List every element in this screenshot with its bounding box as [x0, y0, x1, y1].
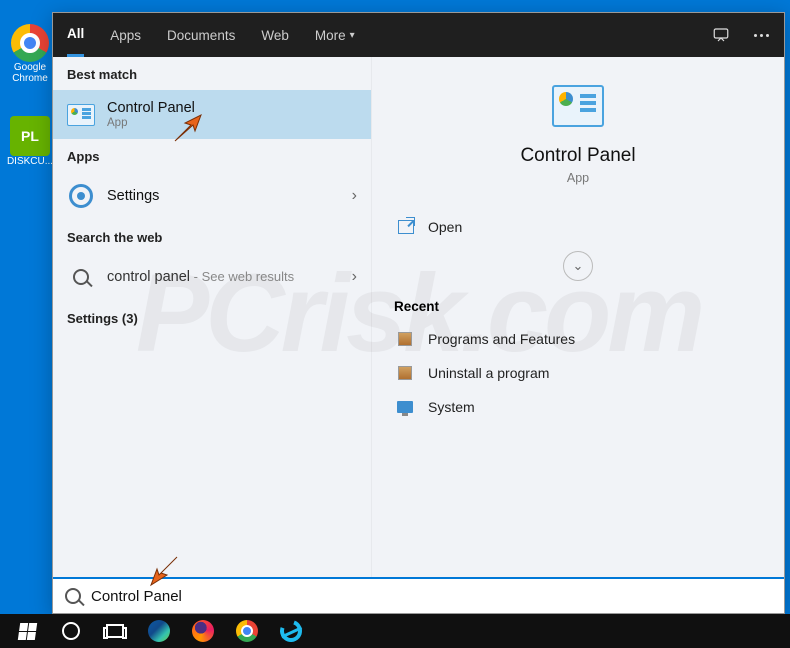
taskbar-ie[interactable] [270, 614, 312, 648]
firefox-icon [192, 620, 214, 642]
tab-more[interactable]: More▾ [315, 13, 355, 57]
tab-all[interactable]: All [67, 13, 84, 57]
chrome-icon [236, 620, 258, 642]
desktop-icon-label: DISKCU... [7, 156, 53, 167]
preview-hero: Control Panel App [394, 85, 762, 185]
open-button[interactable]: Open [394, 207, 762, 247]
group-apps: Apps [53, 139, 371, 172]
desktop-icon-label: Google Chrome [8, 62, 52, 84]
search-input[interactable] [91, 588, 772, 605]
diskcure-icon: PL [10, 116, 50, 156]
tab-apps[interactable]: Apps [110, 13, 141, 57]
monitor-icon [396, 398, 414, 416]
group-best-match: Best match [53, 57, 371, 90]
taskbar [0, 614, 790, 648]
result-subtitle: App [107, 117, 357, 129]
desktop-icons: Google Chrome PL DISKCU... [8, 24, 52, 167]
search-bar [53, 577, 784, 613]
group-web: Search the web [53, 220, 371, 253]
web-suffix: - See web results [190, 269, 294, 284]
feedback-icon[interactable] [712, 26, 730, 44]
control-panel-icon [67, 101, 95, 129]
cortana-button[interactable] [50, 614, 92, 648]
results-column: Best match Control Panel App Apps Settin… [53, 57, 371, 577]
recent-uninstall-program[interactable]: Uninstall a program [394, 356, 762, 390]
task-view-icon [106, 624, 124, 638]
chevron-right-icon: › [352, 187, 357, 205]
package-icon [396, 330, 414, 348]
open-label: Open [428, 219, 462, 235]
recent-label: Uninstall a program [428, 365, 549, 381]
tab-documents[interactable]: Documents [167, 13, 235, 57]
web-query: control panel [107, 269, 190, 285]
recent-label: Programs and Features [428, 331, 575, 347]
recent-system[interactable]: System [394, 390, 762, 424]
result-settings[interactable]: Settings › [53, 172, 371, 220]
preview-subtitle: App [394, 171, 762, 185]
recent-header: Recent [394, 299, 762, 314]
start-search-panel: PCrisk.com All Apps Documents Web More▾ … [52, 12, 785, 614]
taskbar-edge[interactable] [138, 614, 180, 648]
result-control-panel[interactable]: Control Panel App [53, 90, 371, 139]
edge-icon [148, 620, 170, 642]
chrome-icon [11, 24, 49, 62]
windows-icon [17, 623, 36, 640]
chevron-down-icon: ▾ [350, 30, 355, 41]
taskbar-chrome[interactable] [226, 614, 268, 648]
preview-title: Control Panel [394, 145, 762, 167]
group-settings: Settings (3) [53, 301, 371, 334]
ie-icon [276, 616, 305, 645]
expand-button[interactable]: ⌄ [563, 251, 593, 281]
result-web-search[interactable]: control panel - See web results › [53, 253, 371, 301]
result-title: Control Panel [107, 100, 357, 116]
result-title: Settings [107, 188, 340, 204]
start-button[interactable] [6, 614, 48, 648]
search-icon [67, 263, 95, 291]
package-icon [396, 364, 414, 382]
desktop-icon-diskcure[interactable]: PL DISKCU... [8, 116, 52, 167]
search-icon [65, 588, 81, 604]
open-icon [396, 217, 416, 237]
cortana-icon [62, 622, 80, 640]
search-tabs: All Apps Documents Web More▾ [53, 13, 784, 57]
preview-column: Control Panel App Open ⌄ Recent Programs… [371, 57, 784, 577]
recent-programs-features[interactable]: Programs and Features [394, 322, 762, 356]
desktop-icon-chrome[interactable]: Google Chrome [8, 24, 52, 84]
chevron-down-icon: ⌄ [573, 258, 584, 274]
recent-label: System [428, 399, 475, 415]
more-options-icon[interactable] [752, 26, 770, 44]
chevron-right-icon: › [352, 268, 357, 286]
taskbar-firefox[interactable] [182, 614, 224, 648]
control-panel-icon [394, 85, 762, 127]
tab-web[interactable]: Web [261, 13, 289, 57]
gear-icon [67, 182, 95, 210]
task-view-button[interactable] [94, 614, 136, 648]
